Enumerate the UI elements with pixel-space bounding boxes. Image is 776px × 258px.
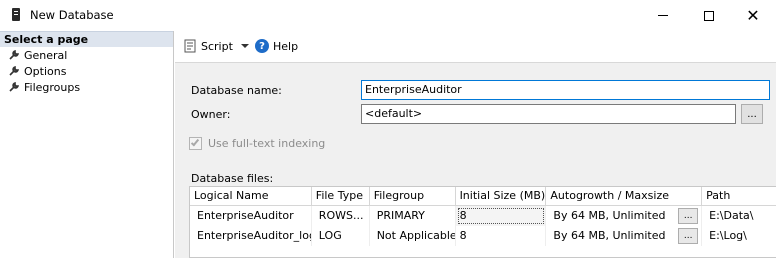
minimize-icon <box>658 15 668 16</box>
column-header-initial-size[interactable]: Initial Size (MB) <box>456 187 547 205</box>
column-header-autogrowth[interactable]: Autogrowth / Maxsize <box>546 187 703 205</box>
help-icon: ? <box>255 39 269 53</box>
column-header-logical-name[interactable]: Logical Name <box>190 187 312 205</box>
toolbar: Script ? Help <box>175 31 776 63</box>
autogrowth-value: By 64 MB, Unlimited <box>553 209 666 222</box>
path-cell[interactable]: E:\Log\ <box>702 226 776 246</box>
script-icon <box>184 39 196 53</box>
page-item-label: General <box>24 48 68 62</box>
database-name-label: Database name: <box>191 84 282 97</box>
fulltext-indexing-checkbox[interactable] <box>189 137 202 150</box>
database-files-label: Database files: <box>191 172 274 185</box>
fulltext-indexing-row: Use full-text indexing <box>189 137 325 150</box>
page-item-general[interactable]: General <box>0 47 173 63</box>
file-type-cell[interactable]: LOG <box>312 226 370 246</box>
maximize-button[interactable] <box>686 0 732 31</box>
table-row[interactable]: EnterpriseAuditor ROWS... PRIMARY 8 By 6… <box>190 206 776 226</box>
autogrowth-browse-button[interactable]: ... <box>678 228 699 244</box>
owner-label: Owner: <box>191 108 231 121</box>
path-cell[interactable]: E:\Data\ <box>702 206 776 226</box>
autogrowth-value: By 64 MB, Unlimited <box>553 229 666 242</box>
general-page-content: Database name: EnterpriseAuditor Owner: … <box>175 63 776 258</box>
chevron-down-icon[interactable] <box>240 44 249 48</box>
close-icon: ✕ <box>746 5 760 25</box>
file-type-cell[interactable]: ROWS... <box>312 206 370 226</box>
wrench-icon <box>9 65 20 76</box>
close-button[interactable]: ✕ <box>730 0 776 31</box>
script-label: Script <box>201 39 233 53</box>
wrench-icon <box>9 49 20 60</box>
window-title: New Database <box>30 8 114 22</box>
page-item-label: Options <box>24 64 67 78</box>
owner-input[interactable]: <default> <box>361 104 736 124</box>
help-label: Help <box>273 39 299 53</box>
autogrowth-browse-button[interactable]: ... <box>678 208 699 224</box>
page-item-options[interactable]: Options <box>0 63 173 79</box>
logical-name-cell[interactable]: EnterpriseAuditor_log <box>190 226 312 246</box>
help-button[interactable]: ? Help <box>255 39 298 53</box>
column-header-path[interactable]: Path <box>702 187 776 205</box>
column-header-filegroup[interactable]: Filegroup <box>370 187 456 205</box>
fulltext-indexing-label: Use full-text indexing <box>208 137 326 150</box>
database-files-grid: Logical Name File Type Filegroup Initial… <box>189 186 776 258</box>
database-name-input[interactable]: EnterpriseAuditor <box>361 80 770 100</box>
filegroup-cell[interactable]: Not Applicable <box>370 226 456 246</box>
autogrowth-cell[interactable]: By 64 MB, Unlimited ... <box>546 226 703 246</box>
script-button[interactable]: Script <box>183 39 249 53</box>
page-item-filegroups[interactable]: Filegroups <box>0 79 173 95</box>
filegroup-cell[interactable]: PRIMARY <box>370 206 456 226</box>
logical-name-cell[interactable]: EnterpriseAuditor <box>190 206 312 226</box>
checkmark-icon <box>190 137 200 147</box>
column-header-file-type[interactable]: File Type <box>312 187 370 205</box>
initial-size-cell[interactable]: 8 <box>455 206 547 226</box>
grid-header: Logical Name File Type Filegroup Initial… <box>190 187 776 206</box>
maximize-icon <box>704 10 714 21</box>
autogrowth-cell[interactable]: By 64 MB, Unlimited ... <box>546 206 703 226</box>
owner-browse-button[interactable]: ... <box>741 104 763 124</box>
select-page-pane: Select a page General Options Filegroups <box>0 31 174 258</box>
database-server-icon <box>11 8 21 22</box>
table-row[interactable]: EnterpriseAuditor_log LOG Not Applicable… <box>190 226 776 246</box>
initial-size-cell[interactable]: 8 <box>456 226 547 246</box>
select-page-header: Select a page <box>0 31 173 47</box>
title-bar: New Database ✕ <box>0 0 776 31</box>
page-item-label: Filegroups <box>24 80 81 94</box>
wrench-icon <box>9 81 20 92</box>
minimize-button[interactable] <box>640 0 686 31</box>
